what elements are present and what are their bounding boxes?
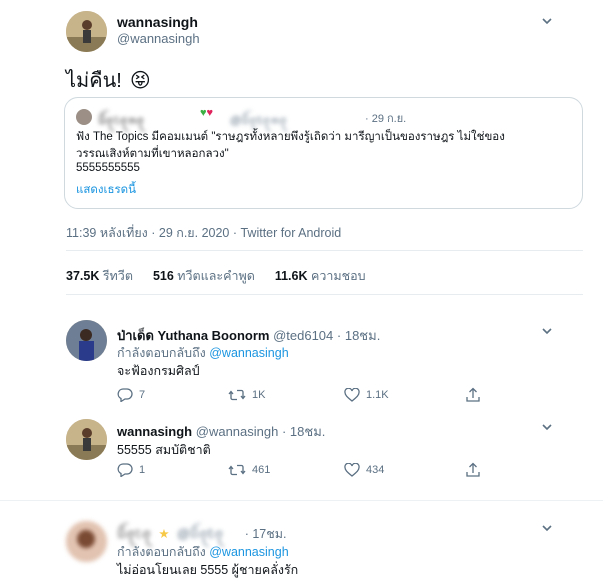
likes-stat[interactable]: 11.6K ความชอบ <box>275 266 366 286</box>
reply-display-name[interactable]: wannasingh <box>117 424 192 439</box>
like-count: 434 <box>366 464 385 476</box>
retweet-action[interactable]: 1K <box>228 388 265 402</box>
quotes-stat[interactable]: 516 ทวีตและคำพูด <box>153 266 255 286</box>
reply-handle[interactable]: @wannasingh <box>196 424 279 439</box>
star-emoji-icon: ★ <box>158 527 170 541</box>
tweet-stats: 37.5K รีทวีต 516 ทวีตและคำพูด 11.6K ความ… <box>66 266 366 286</box>
like-count: 1.1K <box>366 389 389 401</box>
reply-text: จะฟ้องกรมศิลป์ <box>117 364 200 378</box>
reply-count: 1 <box>139 464 146 476</box>
reply-handle[interactable]: @ted6104 <box>273 328 333 343</box>
retweet-icon <box>228 389 246 401</box>
likes-count: 11.6K <box>274 269 308 283</box>
retweet-action[interactable]: 461 <box>228 463 270 477</box>
chevron-down-icon[interactable] <box>540 521 554 535</box>
heart-icon <box>344 388 360 402</box>
reply-text: 55555 สมบัติชาติ <box>117 443 211 457</box>
author-display-name[interactable]: wannasingh <box>117 14 198 30</box>
share-icon <box>466 387 480 402</box>
retweet-count: 461 <box>252 464 271 476</box>
reply-icon <box>117 388 133 402</box>
show-thread-link[interactable]: แสดงเธรดนี้ <box>76 181 136 199</box>
tweet-text: ไม่คืน! 😝 <box>66 64 151 96</box>
author-handle[interactable]: @wannasingh <box>117 31 200 46</box>
replying-to-handle[interactable]: @wannasingh <box>209 346 288 360</box>
chevron-down-icon[interactable] <box>540 14 554 28</box>
tweet-meta: 11:39 หลังเที่ยง · 29 ก.ย. 2020 · Twitte… <box>66 226 342 240</box>
quotes-label: ทวีตและคำพูด <box>177 269 255 283</box>
reply-display-name[interactable]: ꪶᥣꪖ𝕥ꪖ <box>117 527 151 541</box>
chevron-down-icon[interactable] <box>540 324 554 338</box>
avatar[interactable] <box>66 11 107 52</box>
reply-timestamp[interactable]: · 17ชม. <box>245 527 287 541</box>
share-action[interactable] <box>465 462 487 478</box>
reply-text: ไม่อ่อนโยนเลย 5555 ผู้ชายคลั่งรัก <box>117 563 299 577</box>
quoted-avatar <box>76 109 92 125</box>
chevron-down-icon[interactable] <box>540 420 554 434</box>
retweet-count: 1K <box>252 389 266 401</box>
quoted-text-line-1: ฟัง The Topics มีคอมเมนต์ "ราษฎรทั้งหลาย… <box>76 131 505 143</box>
reply-avatar[interactable] <box>66 419 107 460</box>
reply-avatar[interactable] <box>66 521 107 562</box>
retweet-icon <box>228 464 246 476</box>
like-action[interactable]: 434 <box>344 463 384 477</box>
divider <box>0 500 603 501</box>
retweets-stat[interactable]: 37.5K รีทวีต <box>66 266 133 286</box>
reply-header: wannasingh @wannasingh · 18ชม. <box>117 421 325 442</box>
replying-to-label: กำลังตอบกลับถึง <box>117 545 206 559</box>
replying-to: กำลังตอบกลับถึง @wannasingh <box>117 542 289 562</box>
quoted-timestamp: · 29 ก.ย. <box>365 113 407 125</box>
heart-icon <box>344 463 360 477</box>
quotes-count: 516 <box>152 269 174 283</box>
share-icon <box>466 462 480 477</box>
quoted-text-line-2: วรรณเสิงห์ตามที่เขาหลอกลวง" <box>76 148 229 160</box>
reply-display-name[interactable]: ป่าเด็ด Yuthana Boonorm <box>117 328 269 343</box>
divider <box>66 294 583 295</box>
quoted-tweet[interactable]: ꪶᥣꪖ𝕥ꪖꪀꪖ ♥♥ @ꪶᥣꪖ𝕥ꪖꪀꪖ · 29 ก.ย. ฟัง The To… <box>64 97 583 209</box>
reply-avatar[interactable] <box>66 320 107 361</box>
reply-timestamp[interactable]: · 18ชม. <box>282 424 325 439</box>
reply-icon <box>117 463 133 477</box>
retweets-count: 37.5K <box>66 269 100 283</box>
heart-emoji-icons: ♥♥ <box>200 107 214 119</box>
reply-timestamp[interactable]: · 18ชม. <box>337 328 380 343</box>
reply-handle[interactable]: @ꪶᥣꪖ𝕥ꪖ <box>177 527 223 541</box>
reply-action[interactable]: 1 <box>117 463 145 477</box>
reply-action[interactable]: 7 <box>117 388 145 402</box>
divider <box>66 250 583 251</box>
replying-to: กำลังตอบกลับถึง @wannasingh <box>117 343 289 363</box>
reply-count: 7 <box>139 389 146 401</box>
tweet-text-body: ไม่คืน! <box>66 70 122 92</box>
likes-label: ความชอบ <box>310 269 366 283</box>
retweets-label: รีทวีต <box>102 269 133 283</box>
replying-to-label: กำลังตอบกลับถึง <box>117 346 206 360</box>
like-action[interactable]: 1.1K <box>344 388 389 402</box>
share-action[interactable] <box>465 387 487 403</box>
replying-to-handle[interactable]: @wannasingh <box>209 545 288 559</box>
quoted-text-line-3: 5555555555 <box>76 162 140 174</box>
squinting-tongue-emoji: 😝 <box>129 69 151 92</box>
